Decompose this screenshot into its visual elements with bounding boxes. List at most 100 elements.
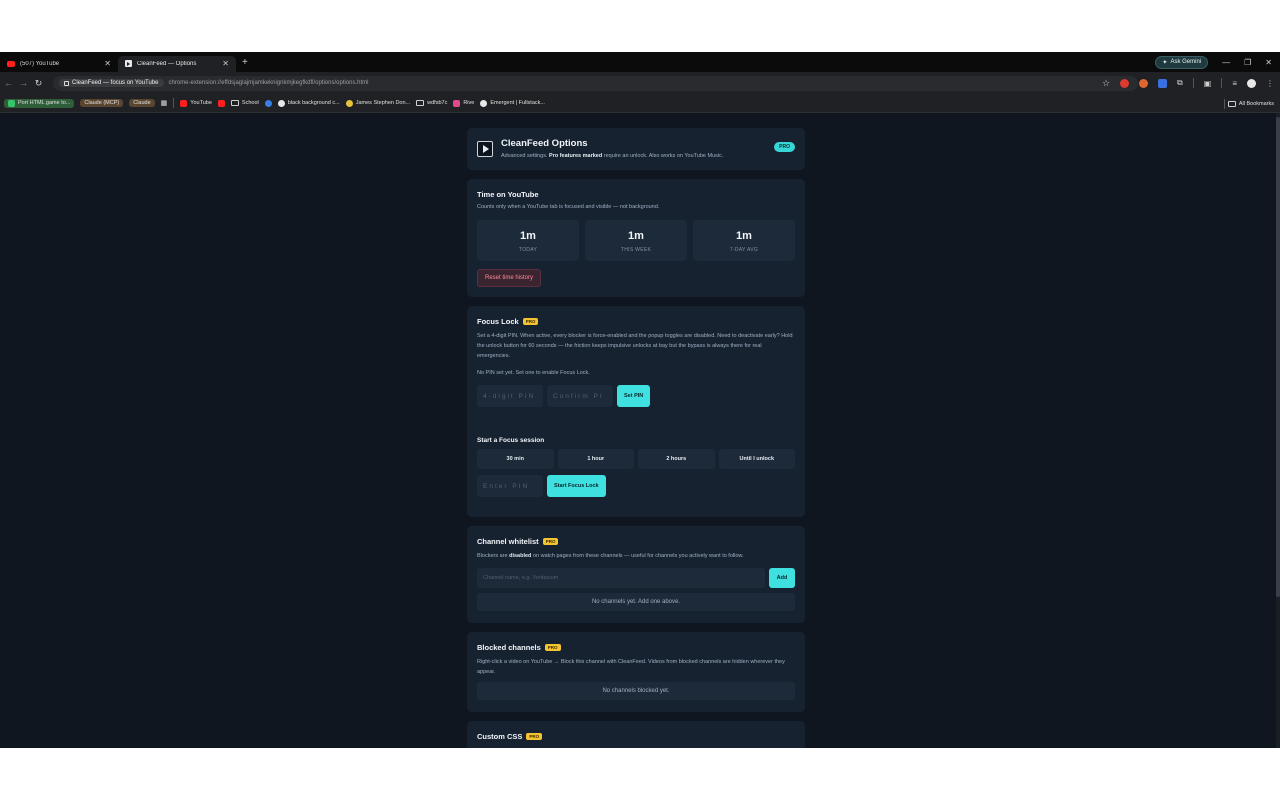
bookmark-folder[interactable]: School [230,100,259,106]
extension-red-icon[interactable] [1120,78,1130,88]
section-title: Channel whitelist PRO [477,537,795,546]
section-title-text: Time on YouTube [477,190,539,199]
bookmark-item[interactable]: YouTube [180,99,212,107]
duration-30-min-button[interactable]: 30 min [477,449,554,469]
reset-time-history-button[interactable]: Reset time history [477,269,542,287]
scrollbar[interactable] [1276,113,1280,748]
bookmark-item[interactable]: James Stephen Don... [345,99,411,107]
minimize-button[interactable]: — [1222,58,1230,67]
bookmark-label: Claude [133,100,151,106]
duration-2-hours-button[interactable]: 2 hours [638,449,715,469]
duration-until-unlock-button[interactable]: Until I unlock [718,449,795,469]
section-title: Custom CSS PRO [477,732,795,741]
section-description: Counts only when a YouTube tab is focuse… [477,204,660,210]
scrollbar-thumb[interactable] [1276,117,1280,597]
blue-favicon-icon [264,99,272,107]
whitelist-card: Channel whitelist PRO Blockers are disabl… [467,526,805,623]
description-text: Blockers are [477,553,508,559]
back-icon[interactable]: ← [2,78,15,88]
start-focus-lock-button[interactable]: Start Focus Lock [547,475,606,497]
new-tab-button[interactable]: + [242,57,248,68]
channel-name-input[interactable]: Channel name, e.g. Veritasium [477,568,765,588]
bookmark-label: Emergent | Fullstack... [490,100,545,106]
enter-pin-input[interactable]: Enter PIN [477,475,543,497]
sidepanel-icon[interactable]: ▣ [1204,79,1212,88]
custom-css-card: Custom CSS PRO [467,721,805,748]
reload-icon[interactable]: ↻ [32,78,45,89]
divider [1192,78,1194,88]
time-stats: 1m TODAY 1m THIS WEEK 1m 7-DAY AVG [477,220,795,261]
description-bold: disabled [509,553,532,559]
google-icon [277,99,285,107]
time-card: Time on YouTube Counts only when a YouTu… [467,179,805,297]
bookmark-item[interactable]: ▦ [161,99,168,107]
bookmark-label: YouTube [190,100,212,106]
add-channel-button[interactable]: Add [769,568,795,588]
bookmark-item[interactable]: Rive [453,99,474,107]
site-chip[interactable]: CleanFeed — focus on YouTube [59,79,164,87]
duration-1-hour-button[interactable]: 1 hour [557,449,634,469]
forward-icon[interactable]: → [17,78,30,88]
section-title-text: Channel whitelist [477,537,539,546]
profile-avatar-icon[interactable] [1247,78,1256,88]
stat-value: 1m [628,230,644,242]
stat-value: 1m [736,230,752,242]
bookmark-favicon [8,99,15,107]
section-title-text: Focus Lock [477,317,519,326]
ask-gemini-button[interactable]: ✦ Ask Gemini [1155,55,1209,69]
all-bookmarks[interactable]: All Bookmarks [1223,94,1274,113]
extensions-puzzle-icon[interactable]: ⧉ [1177,78,1183,88]
focus-session-label: Start a Focus session [477,437,545,444]
pro-badge: PRO [526,733,543,740]
bookmark-star-icon[interactable]: ☆ [1102,78,1110,89]
yellow-favicon-icon [345,99,353,107]
tab-youtube[interactable]: (507) YouTube ✕ [0,56,118,72]
browser-window: (507) YouTube ✕ CleanFeed — Options ✕ + … [0,52,1280,748]
menu-kebab-icon[interactable]: ⋮ [1266,79,1274,88]
header: CleanFeed Options Advanced settings. Pro… [477,138,795,159]
section-description: Set a 4-digit PIN. When active, every bl… [477,333,793,359]
section-description: Right-click a video on YouTube → Block t… [477,659,785,675]
blocked-empty-state: No channels blocked yet. [477,682,795,700]
section-title: Blocked channels PRO [477,643,795,652]
stat-label: 7-DAY AVG [729,247,759,253]
bookmark-item[interactable]: Claude (MCP) [80,99,124,107]
pro-badge: PRO [542,538,559,545]
folder-icon [416,100,425,106]
close-icon[interactable]: ✕ [222,59,229,68]
emergent-icon [480,99,488,107]
pro-badge: PRO [522,318,539,325]
subtitle-bold: Pro features marked [549,153,603,159]
bookmark-item[interactable]: Claude [129,99,155,107]
bookmark-label: wdfsb7c [427,100,448,106]
address-bar[interactable]: CleanFeed — focus on YouTube chrome-exte… [53,75,1138,91]
tab-cleanfeed-options[interactable]: CleanFeed — Options ✕ [118,55,236,72]
divider [1223,98,1225,109]
subtitle-text: require an unlock. Also works on YouTube… [603,153,724,159]
stat-today: 1m TODAY [477,220,579,261]
bookmark-item[interactable]: Port HTML game to... [4,98,75,108]
stat-value: 1m [520,230,536,242]
pin-input[interactable]: 4-digit PIN [477,385,543,407]
bookmark-item[interactable] [217,99,225,107]
bookmark-item[interactable]: Emergent | Fullstack... [480,99,545,107]
start-row: Enter PIN Start Focus Lock [477,475,795,497]
close-window-button[interactable]: ✕ [1265,58,1272,67]
confirm-pin-input[interactable]: Confirm PI [547,385,613,407]
bookmark-label: James Stephen Don... [355,100,411,106]
bookmark-item[interactable] [264,99,272,107]
set-pin-button[interactable]: Set PIN [617,385,651,407]
extension-blue-icon[interactable] [1158,78,1168,88]
restore-button[interactable]: ❐ [1244,58,1251,67]
pin-status: No PIN set yet. Set one to enable Focus … [477,370,590,376]
bookmark-item[interactable]: black background c... [277,99,340,107]
reading-list-icon[interactable]: ≡ [1232,79,1237,88]
extension-orange-icon[interactable] [1139,78,1149,88]
pro-badge: PRO [544,644,561,651]
bookmark-folder[interactable]: wdfsb7c [416,100,447,106]
page-title: CleanFeed Options [501,138,588,149]
toolbar: ← → ↻ CleanFeed — focus on YouTube chrom… [0,72,1280,94]
close-icon[interactable]: ✕ [104,59,111,68]
bookmark-label: School [241,100,259,106]
pin-row: 4-digit PIN Confirm PI Set PIN [477,385,795,407]
